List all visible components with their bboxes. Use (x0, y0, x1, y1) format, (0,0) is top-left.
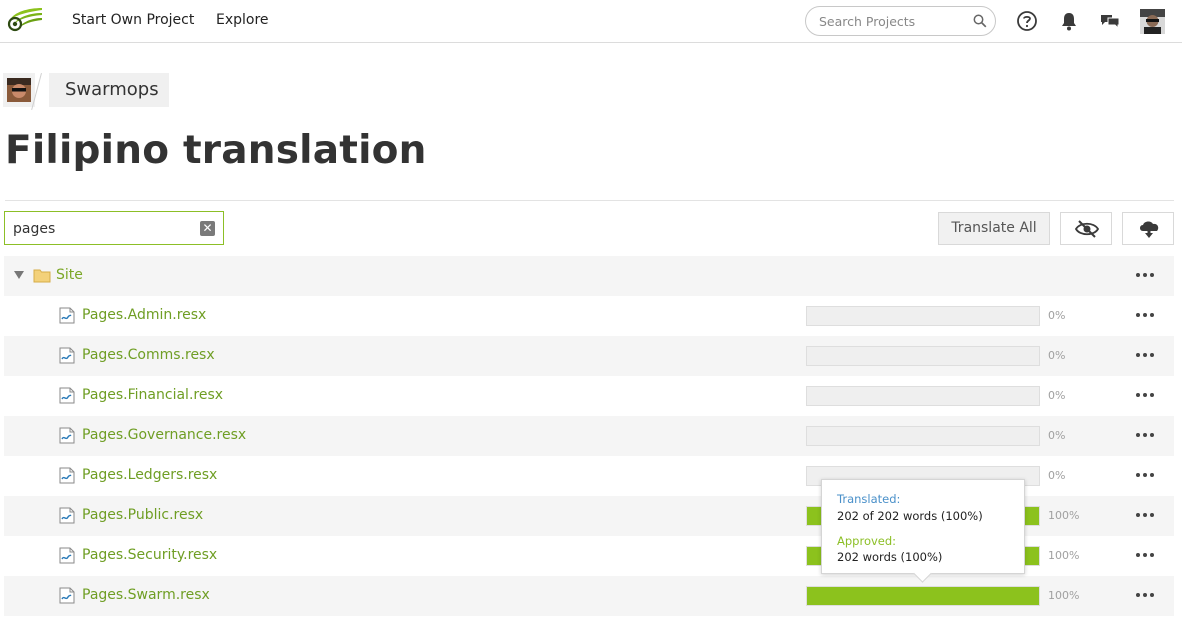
breadcrumb-separator (35, 73, 49, 107)
search-icon[interactable] (973, 14, 987, 28)
file-name[interactable]: Pages.Governance.resx (82, 427, 246, 443)
help-icon[interactable] (1016, 10, 1038, 32)
chat-icon[interactable] (1099, 10, 1121, 32)
more-options-icon[interactable] (1136, 473, 1154, 477)
approved-label: Approved: (837, 534, 897, 548)
collapse-arrow-icon[interactable] (14, 271, 24, 279)
hide-translated-button[interactable] (1060, 212, 1112, 245)
more-options-icon[interactable] (1136, 553, 1154, 557)
cloud-download-icon (1140, 221, 1159, 238)
approved-value: 202 words (100%) (837, 550, 943, 564)
explore-link[interactable]: Explore (216, 12, 269, 28)
file-name[interactable]: Pages.Ledgers.resx (82, 467, 217, 483)
clear-filter-icon[interactable]: ✕ (200, 221, 215, 236)
more-options-icon[interactable] (1136, 273, 1154, 277)
eye-slash-icon (1075, 220, 1099, 238)
file-name[interactable]: Pages.Comms.resx (82, 347, 215, 363)
filter-input[interactable] (13, 220, 193, 238)
resx-file-icon (59, 347, 75, 364)
search-input[interactable] (819, 13, 969, 30)
start-own-project-link[interactable]: Start Own Project (72, 12, 194, 28)
translated-value: 202 of 202 words (100%) (837, 509, 983, 523)
project-owner-avatar[interactable] (3, 73, 35, 107)
breadcrumb-project[interactable]: Swarmops (49, 73, 169, 107)
more-options-icon[interactable] (1136, 433, 1154, 437)
user-avatar-image (1140, 9, 1165, 34)
progress-percent: 100% (1048, 589, 1080, 602)
resx-file-icon (59, 427, 75, 444)
resx-file-icon (59, 307, 75, 324)
folder-name[interactable]: Site (56, 267, 83, 283)
progress-bar[interactable] (806, 426, 1040, 446)
progress-percent: 0% (1048, 349, 1066, 362)
logo-icon[interactable] (6, 6, 44, 34)
progress-percent: 100% (1048, 509, 1080, 522)
file-name[interactable]: Pages.Swarm.resx (82, 587, 210, 603)
progress-bar-fill (807, 587, 1039, 605)
breadcrumb: Swarmops (3, 73, 169, 107)
file-name[interactable]: Pages.Security.resx (82, 547, 217, 563)
file-row[interactable]: Pages.Swarm.resx 100% (4, 576, 1174, 616)
resx-file-icon (59, 587, 75, 604)
progress-bar[interactable] (806, 586, 1040, 606)
progress-percent: 0% (1048, 429, 1066, 442)
owner-avatar-image (7, 78, 31, 102)
folder-icon (33, 269, 51, 283)
user-avatar[interactable] (1140, 9, 1165, 34)
progress-bar[interactable] (806, 346, 1040, 366)
progress-bar[interactable] (806, 306, 1040, 326)
progress-percent: 0% (1048, 389, 1066, 402)
progress-percent: 0% (1048, 309, 1066, 322)
file-row[interactable]: Pages.Financial.resx 0% (4, 376, 1174, 416)
more-options-icon[interactable] (1136, 513, 1154, 517)
more-options-icon[interactable] (1136, 353, 1154, 357)
translate-all-button[interactable]: Translate All (938, 212, 1050, 245)
more-options-icon[interactable] (1136, 393, 1154, 397)
file-name[interactable]: Pages.Public.resx (82, 507, 203, 523)
file-row[interactable]: Pages.Governance.resx 0% (4, 416, 1174, 456)
cloud-download-button[interactable] (1122, 212, 1174, 245)
more-options-icon[interactable] (1136, 313, 1154, 317)
progress-tooltip: Translated: 202 of 202 words (100%) Appr… (821, 479, 1025, 574)
progress-bar[interactable] (806, 386, 1040, 406)
resx-file-icon (59, 467, 75, 484)
resx-file-icon (59, 547, 75, 564)
filter-field: ✕ (4, 211, 224, 245)
folder-row[interactable]: Site (4, 256, 1174, 296)
top-nav: Start Own Project Explore (0, 0, 1182, 43)
more-options-icon[interactable] (1136, 593, 1154, 597)
file-name[interactable]: Pages.Financial.resx (82, 387, 223, 403)
bell-icon[interactable] (1058, 10, 1080, 32)
file-row[interactable]: Pages.Admin.resx 0% (4, 296, 1174, 336)
page-title: Filipino translation (5, 128, 427, 173)
resx-file-icon (59, 387, 75, 404)
file-name[interactable]: Pages.Admin.resx (82, 307, 206, 323)
search-projects (805, 6, 996, 36)
progress-percent: 0% (1048, 469, 1066, 482)
file-row[interactable]: Pages.Comms.resx 0% (4, 336, 1174, 376)
progress-percent: 100% (1048, 549, 1080, 562)
resx-file-icon (59, 507, 75, 524)
title-divider (5, 200, 1174, 201)
translated-label: Translated: (837, 492, 901, 506)
